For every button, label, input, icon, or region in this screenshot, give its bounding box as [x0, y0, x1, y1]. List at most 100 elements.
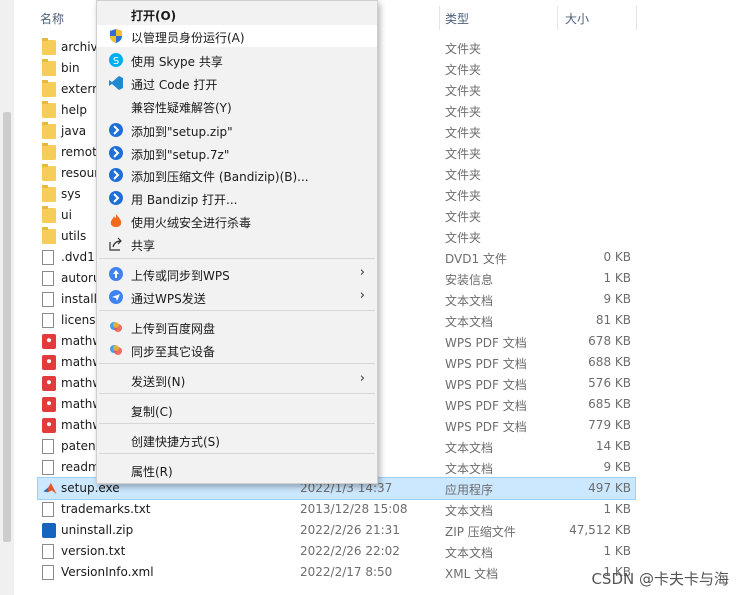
file-type: 文件夹: [445, 147, 482, 161]
menu-item-label: 以管理员身份运行(A): [131, 31, 245, 45]
file-type: 文本文档: [445, 315, 494, 329]
file-row[interactable]: version.txt 2022/2/26 22:02 文本文档 1 KB: [38, 541, 635, 562]
menu-item[interactable]: 上传或同步到WPS ›: [97, 263, 377, 285]
menu-item[interactable]: 通过WPS发送 ›: [97, 286, 377, 308]
doc-icon: [42, 292, 54, 307]
file-type: 文本文档: [445, 504, 494, 518]
menu-item[interactable]: 属性(R): [97, 459, 377, 481]
bandizip-icon: [108, 190, 124, 206]
menu-item[interactable]: 添加到"setup.zip": [97, 119, 377, 141]
file-size: 47,512 KB: [569, 523, 631, 537]
share-icon: [108, 236, 124, 252]
file-name: trademarks.txt: [61, 502, 151, 516]
menu-item-label: 使用火绒安全进行杀毒: [131, 216, 252, 230]
file-type: 文件夹: [445, 210, 482, 224]
menu-item[interactable]: 发送到(N) ›: [97, 369, 377, 391]
left-scrollbar[interactable]: [0, 0, 14, 595]
file-row[interactable]: VersionInfo.xml 2022/2/17 8:50 XML 文档 1 KB: [38, 562, 635, 583]
huorong-icon: [108, 213, 124, 229]
menu-separator: [99, 453, 375, 454]
column-size[interactable]: 大小: [565, 10, 589, 27]
file-type: WPS PDF 文档: [445, 399, 527, 413]
doc-icon: [42, 544, 54, 559]
column-name[interactable]: 名称: [40, 10, 64, 27]
file-size: 81 KB: [595, 313, 631, 327]
file-size: 678 KB: [588, 334, 631, 348]
menu-item[interactable]: 使用火绒安全进行杀毒: [97, 210, 377, 232]
folder-icon: [42, 59, 56, 76]
matlab-icon: [42, 481, 58, 496]
file-type: 文本文档: [445, 294, 494, 308]
menu-item[interactable]: 打开(O): [97, 3, 377, 25]
file-name: java: [61, 124, 87, 138]
wps-cloud-icon: [108, 266, 124, 282]
file-size: 14 KB: [595, 439, 631, 453]
file-type: 文本文档: [445, 462, 494, 476]
menu-separator: [99, 258, 375, 259]
file-name: utils: [61, 229, 87, 243]
menu-item-label: 添加到压缩文件 (Bandizip)(B)...: [131, 170, 309, 184]
file-size: 688 KB: [588, 355, 631, 369]
menu-item[interactable]: 添加到"setup.7z": [97, 142, 377, 164]
doc-icon: [42, 502, 54, 517]
file-type: 文件夹: [445, 231, 482, 245]
menu-item-label: 上传或同步到WPS: [131, 269, 230, 283]
file-name: sys: [61, 187, 81, 201]
file-name: resour: [61, 166, 100, 180]
file-row[interactable]: trademarks.txt 2013/12/28 15:08 文本文档 1 KB: [38, 499, 635, 520]
chevron-right-icon: ›: [359, 265, 365, 280]
folder-icon: [42, 80, 56, 97]
chevron-right-icon: ›: [359, 371, 365, 386]
menu-item-label: 通过WPS发送: [131, 292, 206, 306]
doc-icon: [42, 460, 54, 475]
doc-icon: [42, 565, 54, 580]
file-type: WPS PDF 文档: [445, 336, 527, 350]
vscode-icon: [108, 75, 124, 91]
menu-item[interactable]: 共享: [97, 233, 377, 255]
doc-icon: [42, 313, 54, 328]
menu-item-label: 共享: [131, 239, 156, 253]
menu-item[interactable]: 用 Bandizip 打开...: [97, 187, 377, 209]
file-name: .dvd1: [61, 250, 95, 264]
pdf-icon: ⏺: [42, 418, 56, 433]
file-row[interactable]: uninstall.zip 2022/2/26 21:31 ZIP 压缩文件 47,5…: [38, 520, 635, 541]
file-name: patent: [61, 439, 101, 453]
menu-separator: [99, 363, 375, 364]
file-date: 2022/2/17 8:50: [300, 565, 393, 579]
file-size: 576 KB: [588, 376, 631, 390]
menu-item-label: 用 Bandizip 打开...: [131, 193, 238, 207]
menu-item[interactable]: 上传到百度网盘: [97, 316, 377, 338]
file-type: 文本文档: [445, 441, 494, 455]
scrollbar-thumb[interactable]: [3, 112, 11, 542]
menu-item[interactable]: 以管理员身份运行(A): [97, 25, 377, 47]
folder-icon: [42, 164, 56, 181]
file-date: 2022/2/26 22:02: [300, 544, 400, 558]
file-name: help: [61, 103, 87, 117]
file-name: autoru: [61, 271, 101, 285]
menu-item[interactable]: 创建快捷方式(S): [97, 429, 377, 451]
file-date: 2013/12/28 15:08: [300, 502, 408, 516]
zip-icon: [42, 523, 56, 538]
file-date: 2022/2/26 21:31: [300, 523, 400, 537]
menu-item-label: 打开(O): [131, 9, 177, 23]
bandizip-icon: [108, 167, 124, 183]
file-type: WPS PDF 文档: [445, 357, 527, 371]
column-type[interactable]: 类型: [445, 10, 469, 27]
menu-item-label: 属性(R): [131, 465, 173, 479]
menu-item[interactable]: 复制(C): [97, 399, 377, 421]
menu-item[interactable]: 通过 Code 打开: [97, 72, 377, 94]
file-size: 685 KB: [588, 397, 631, 411]
menu-item[interactable]: S 使用 Skype 共享: [97, 49, 377, 71]
menu-item-label: 发送到(N): [131, 375, 186, 389]
file-name: VersionInfo.xml: [61, 565, 154, 579]
context-menu: 打开(O) 以管理员身份运行(A) S 使用 Skype 共享 通过 Code 打开 兼容…: [96, 0, 378, 484]
folder-icon: [42, 143, 56, 160]
file-name: uninstall.zip: [61, 523, 134, 537]
menu-item-label: 创建快捷方式(S): [131, 435, 220, 449]
menu-item[interactable]: 同步至其它设备: [97, 339, 377, 361]
menu-item[interactable]: 兼容性疑难解答(Y): [97, 95, 377, 117]
doc-icon: [42, 271, 54, 286]
bandizip-icon: [108, 122, 124, 138]
doc-icon: [42, 439, 54, 454]
menu-item[interactable]: 添加到压缩文件 (Bandizip)(B)...: [97, 164, 377, 186]
